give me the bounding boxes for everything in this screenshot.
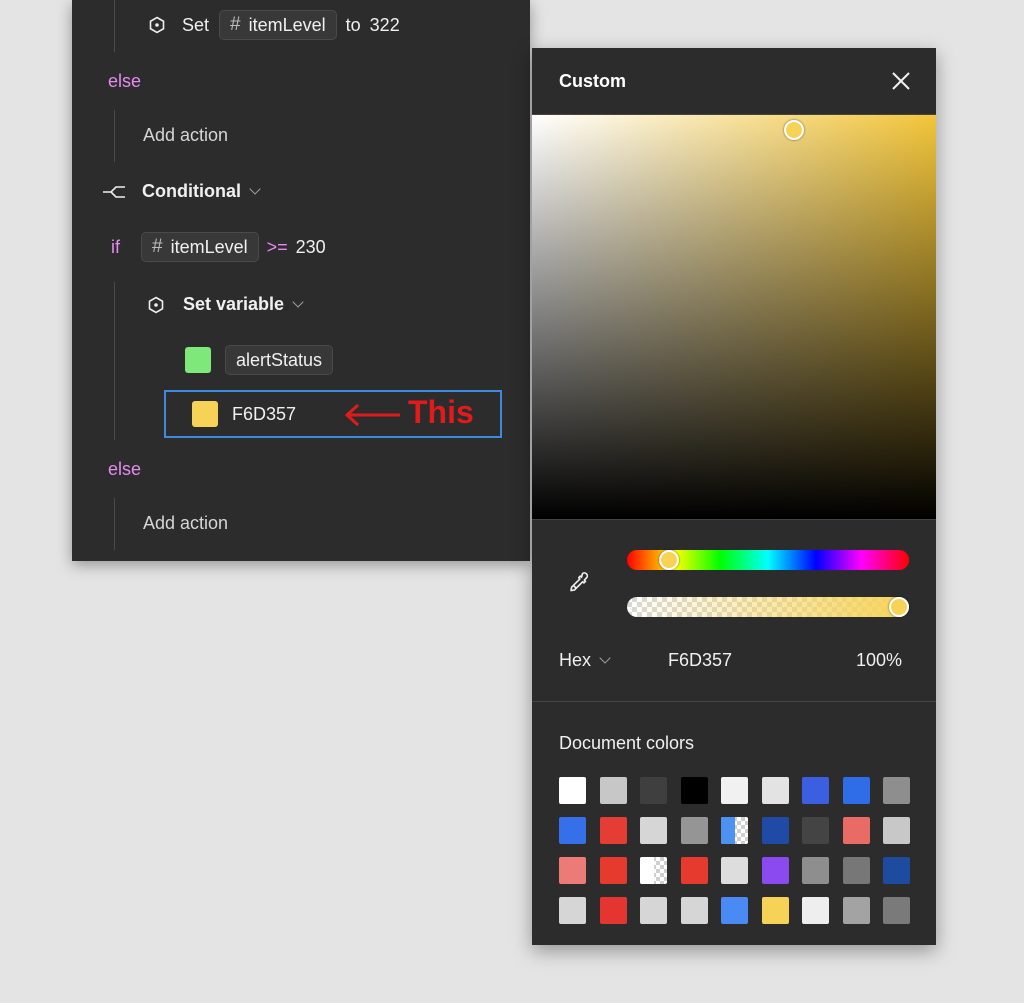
document-color-swatch[interactable]	[802, 817, 829, 844]
set-variable-label: Set variable	[183, 294, 285, 314]
document-color-swatch[interactable]	[883, 897, 910, 924]
condition-value[interactable]: 230	[296, 237, 326, 258]
picker-title: Custom	[559, 71, 626, 91]
document-color-swatch[interactable]	[842, 897, 870, 924]
document-color-swatch[interactable]	[842, 777, 870, 804]
variable-name: alertStatus	[236, 349, 323, 370]
divider	[532, 701, 936, 702]
document-color-swatch[interactable]	[599, 817, 627, 844]
document-color-swatch[interactable]	[721, 897, 748, 924]
set-verb: Set	[182, 14, 210, 35]
document-color-swatch[interactable]	[559, 817, 586, 844]
document-color-swatch[interactable]	[721, 777, 748, 804]
tree-line	[114, 110, 115, 162]
color-format-select[interactable]: Hex	[559, 650, 611, 671]
chevron-down-icon	[249, 183, 261, 195]
to-connector: to	[345, 14, 361, 35]
hexagon-icon	[149, 16, 165, 34]
document-colors-label: Document colors	[559, 733, 695, 753]
color-picker-panel: Custom Hex F6D357 100% Document colors	[532, 48, 936, 945]
opacity-slider-handle[interactable]	[889, 597, 909, 617]
document-colors-grid	[559, 777, 910, 924]
hex-input[interactable]: F6D357	[668, 650, 732, 671]
tree-line	[114, 498, 115, 550]
document-color-swatch[interactable]	[761, 897, 789, 924]
document-color-swatch[interactable]	[883, 777, 910, 804]
document-color-swatch[interactable]	[680, 857, 708, 884]
eyedropper-icon[interactable]	[566, 570, 592, 596]
document-color-swatch[interactable]	[559, 857, 586, 884]
add-action-button[interactable]: Add action	[143, 125, 228, 146]
document-color-swatch[interactable]	[802, 897, 829, 924]
document-color-swatch[interactable]	[559, 897, 586, 924]
add-action-button[interactable]: Add action	[143, 513, 228, 534]
document-color-swatch[interactable]	[640, 897, 667, 924]
opacity-input[interactable]: 100%	[856, 650, 902, 671]
set-value[interactable]: 322	[370, 15, 400, 36]
conditional-header[interactable]: Conditional	[102, 181, 261, 202]
document-color-swatch[interactable]	[721, 857, 748, 884]
variable-color-swatch	[185, 347, 211, 373]
tree-line	[114, 282, 115, 440]
saturation-brightness-field[interactable]	[532, 115, 936, 519]
document-color-swatch[interactable]	[761, 777, 789, 804]
document-color-swatch[interactable]	[680, 777, 708, 804]
else-keyword: else	[108, 459, 142, 479]
variable-chip[interactable]: # itemLevel	[141, 232, 259, 262]
document-color-swatch[interactable]	[761, 857, 789, 884]
chevron-down-icon	[292, 296, 304, 308]
document-color-swatch[interactable]	[640, 857, 667, 884]
color-format-label: Hex	[559, 650, 592, 670]
else-keyword: else	[108, 71, 142, 91]
document-color-swatch[interactable]	[721, 817, 748, 844]
document-color-swatch[interactable]	[680, 817, 708, 844]
variable-name: itemLevel	[170, 236, 248, 257]
variable-chip[interactable]: alertStatus	[225, 345, 334, 375]
annotation-text: This	[408, 394, 474, 430]
hash-icon: #	[230, 14, 241, 35]
close-icon[interactable]	[888, 68, 914, 94]
set-action-row[interactable]: Set # itemLevel to 322	[148, 10, 400, 40]
operator[interactable]: >=	[267, 237, 288, 258]
document-color-swatch[interactable]	[559, 777, 586, 804]
branch-icon	[103, 185, 125, 198]
tree-line	[114, 0, 115, 52]
color-field-handle[interactable]	[784, 120, 804, 140]
document-color-swatch[interactable]	[883, 817, 910, 844]
conditional-label: Conditional	[142, 181, 241, 201]
annotation-arrow	[344, 403, 400, 427]
document-color-swatch[interactable]	[802, 857, 829, 884]
document-color-swatch[interactable]	[640, 817, 667, 844]
hash-icon: #	[152, 236, 163, 257]
set-variable-header[interactable]: Set variable	[147, 294, 304, 315]
variable-name: itemLevel	[248, 14, 326, 35]
document-color-swatch[interactable]	[680, 897, 708, 924]
document-color-swatch[interactable]	[842, 817, 870, 844]
document-color-swatch[interactable]	[761, 817, 789, 844]
document-color-swatch[interactable]	[802, 777, 829, 804]
variable-target-row[interactable]: alertStatus	[185, 345, 334, 375]
if-keyword: if	[111, 236, 120, 257]
hue-slider-handle[interactable]	[659, 550, 679, 570]
actions-panel: Set # itemLevel to 322 else Add action C…	[72, 0, 530, 561]
chevron-down-icon	[599, 652, 611, 664]
divider	[532, 519, 936, 520]
opacity-slider[interactable]	[627, 597, 909, 617]
variable-chip[interactable]: # itemLevel	[219, 10, 337, 40]
document-color-swatch[interactable]	[599, 777, 627, 804]
color-value-swatch[interactable]	[192, 401, 218, 427]
document-color-swatch[interactable]	[640, 777, 667, 804]
color-value-text: F6D357	[232, 403, 297, 424]
hexagon-icon	[148, 296, 164, 313]
if-condition-row[interactable]: if # itemLevel >= 230	[111, 232, 326, 262]
document-color-swatch[interactable]	[883, 857, 910, 884]
document-color-swatch[interactable]	[842, 857, 870, 884]
document-color-swatch[interactable]	[599, 857, 627, 884]
document-color-swatch[interactable]	[599, 897, 627, 924]
